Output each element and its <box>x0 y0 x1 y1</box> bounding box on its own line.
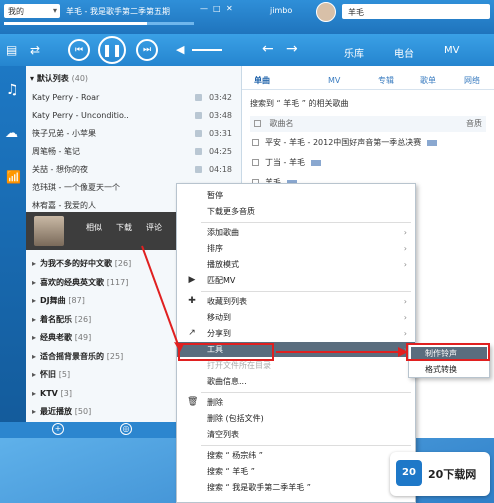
watermark: 20 20下载网 <box>390 452 490 496</box>
annotation-arrowhead-1 <box>174 342 184 352</box>
annotation-arrow-1 <box>141 245 181 351</box>
watermark-logo-text: 20 <box>402 467 416 478</box>
annotation-arrows <box>141 245 408 357</box>
watermark-logo: 20 <box>396 460 422 486</box>
annotation-arrowhead-2 <box>398 347 408 357</box>
watermark-brand: 20下载网 <box>428 468 477 481</box>
